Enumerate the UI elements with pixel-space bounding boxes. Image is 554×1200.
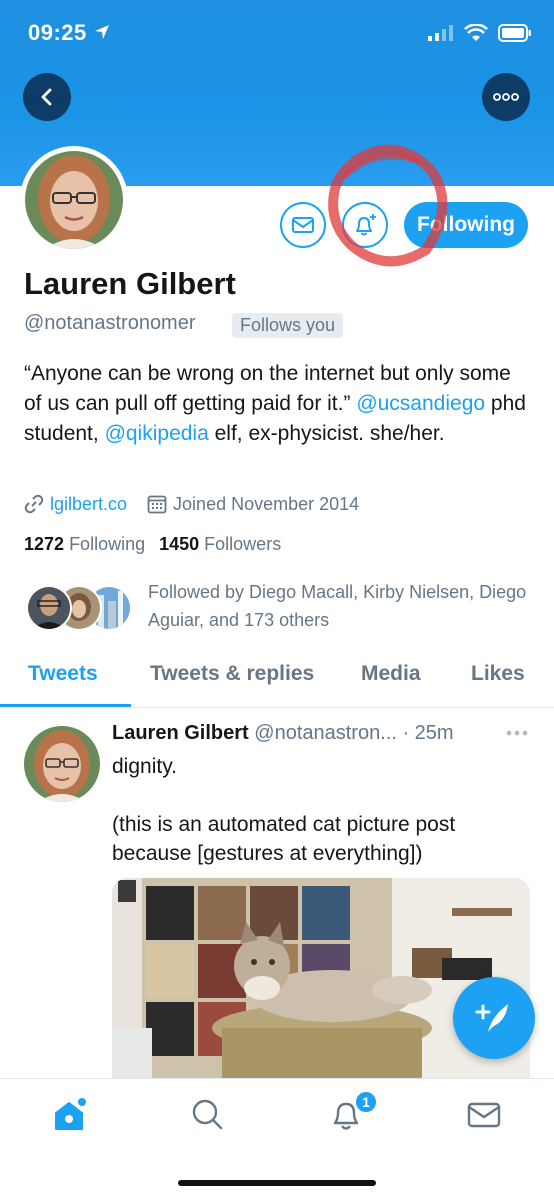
home-icon[interactable] (52, 1097, 88, 1138)
tweet-text-line: dignity. (112, 755, 177, 778)
tweet-time: · 25m (402, 722, 454, 744)
bell-plus-icon (356, 214, 376, 236)
compose-tweet-button[interactable] (453, 977, 535, 1059)
followers-count-link[interactable]: 1450 Followers (159, 534, 281, 555)
notification-count-badge: 1 (354, 1090, 378, 1114)
following-button[interactable]: Following (404, 202, 528, 248)
search-icon[interactable] (190, 1097, 226, 1138)
tweet-text-line: (this is an automated cat picture post b… (112, 813, 456, 865)
followers-label: Followers (204, 534, 282, 554)
tab-tweets[interactable]: Tweets (28, 662, 98, 686)
notifications-subscribe-button[interactable] (342, 202, 388, 248)
profile-bio: “Anyone can be wrong on the internet but… (24, 359, 530, 449)
joined-date: Joined November 2014 (173, 493, 360, 514)
more-options-button[interactable] (482, 73, 530, 121)
tweet-body: dignity. (this is an automated cat pictu… (112, 752, 532, 868)
link-icon (24, 494, 44, 514)
back-button[interactable] (23, 73, 71, 121)
tweet-author-name[interactable]: Lauren Gilbert (112, 722, 249, 744)
tab-media[interactable]: Media (361, 662, 421, 686)
messages-icon[interactable] (466, 1097, 502, 1138)
bio-link-qikipedia[interactable]: @qikipedia (105, 422, 209, 445)
status-bar: 09:25 (28, 18, 532, 50)
feather-plus-icon (475, 1004, 508, 1032)
more-dots-icon (493, 93, 519, 101)
website-link[interactable]: lgilbert.co (50, 494, 127, 515)
chevron-left-icon (41, 88, 52, 106)
battery-icon (498, 24, 531, 42)
signal-icon (428, 25, 453, 41)
envelope-icon (292, 217, 314, 233)
tweet-author-handle[interactable]: @notanastron... (254, 722, 397, 744)
profile-handle: @notanastronomer (24, 312, 196, 334)
tweet-author-avatar[interactable] (24, 726, 100, 802)
message-button[interactable] (280, 202, 326, 248)
tab-likes[interactable]: Likes (471, 662, 525, 686)
status-time: 09:25 (28, 20, 87, 45)
bio-text: elf, ex-physicist. she/her. (208, 422, 445, 445)
profile-name: Lauren Gilbert (24, 266, 236, 301)
status-indicators (428, 24, 532, 42)
follow-counts: 1272 Following 1450 Followers (24, 534, 281, 555)
tab-tweets-replies[interactable]: Tweets & replies (150, 662, 314, 686)
calendar-icon (147, 494, 167, 514)
active-tab-indicator (0, 704, 131, 707)
profile-avatar[interactable] (20, 146, 128, 254)
following-count: 1272 (24, 534, 65, 554)
followed-by-avatars[interactable] (26, 585, 136, 633)
followed-by-text[interactable]: Followed by Diego Macall, Kirby Nielsen,… (148, 578, 528, 634)
followers-count: 1450 (159, 534, 200, 554)
location-arrow-icon (94, 24, 110, 45)
follows-you-badge: Follows you (232, 313, 344, 338)
profile-meta: lgilbert.co Joined November 2014 (24, 491, 359, 517)
wifi-icon (464, 24, 488, 41)
following-count-link[interactable]: 1272 Following (24, 534, 145, 555)
home-indicator (178, 1180, 376, 1186)
profile-tabs: Tweets Tweets & replies Media Likes (0, 652, 554, 708)
bio-link-ucsandiego[interactable]: @ucsandiego (356, 392, 485, 415)
tweet-more-icon[interactable] (506, 724, 528, 742)
following-label: Following (69, 534, 146, 554)
avatar (26, 585, 72, 631)
tweet-header: Lauren Gilbert @notanastron... · 25m (112, 722, 532, 745)
